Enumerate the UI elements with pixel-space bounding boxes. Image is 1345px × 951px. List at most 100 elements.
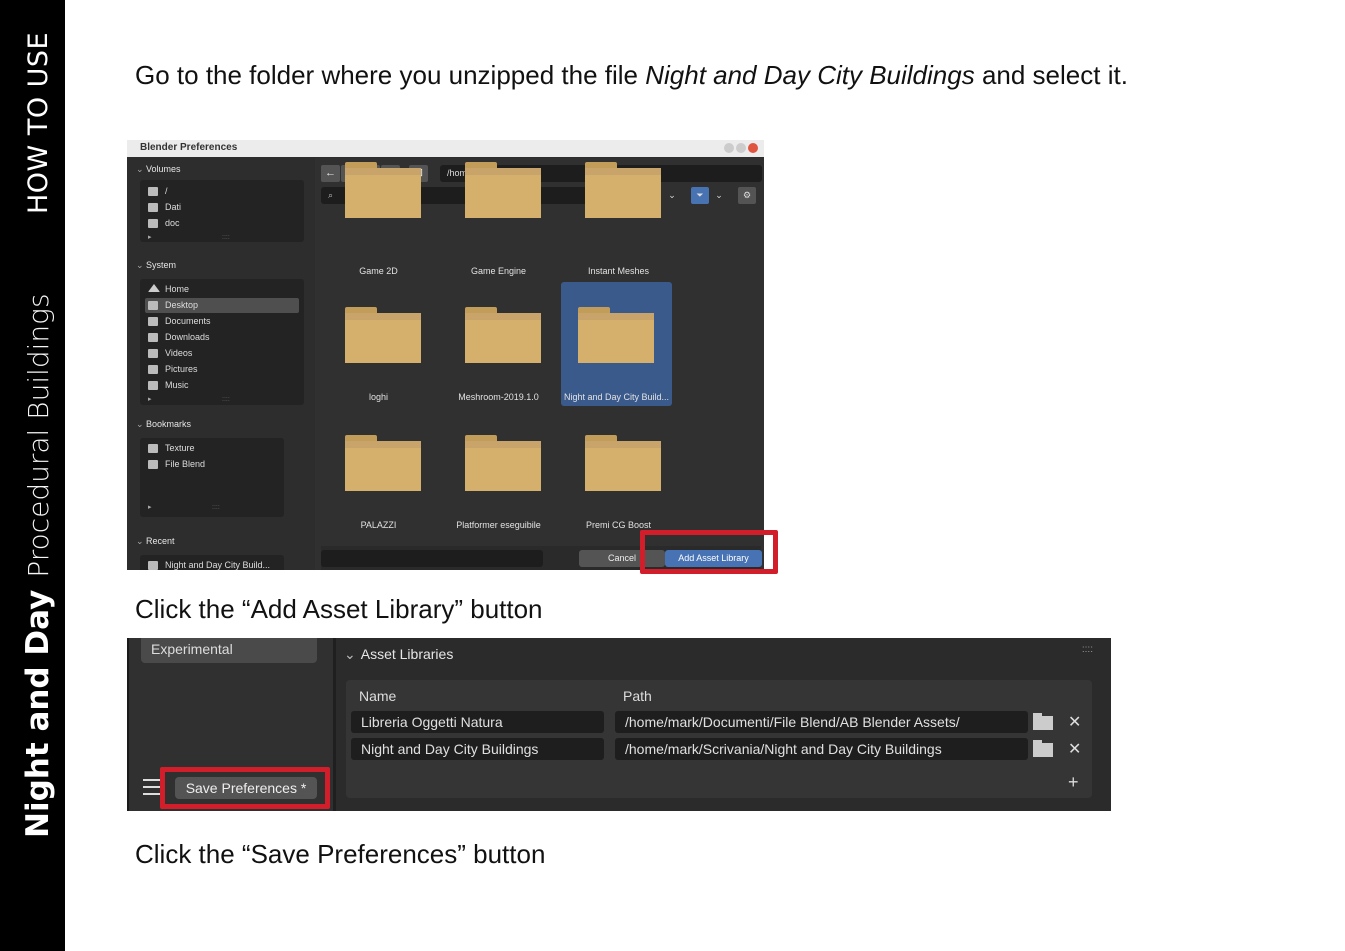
- folder-tile[interactable]: Premi CG Boost: [563, 410, 674, 534]
- system-item-desktop[interactable]: Desktop: [145, 298, 299, 313]
- resize-grip-icon[interactable]: ::::: [222, 396, 230, 403]
- maximize-icon[interactable]: [736, 143, 746, 153]
- volumes-title: Volumes: [146, 164, 181, 174]
- library-path-field[interactable]: /home/mark/Scrivania/Night and Day City …: [615, 738, 1028, 760]
- expand-arrow-icon[interactable]: ▸: [148, 233, 152, 241]
- brand-light: Procedural Buildings: [22, 293, 55, 578]
- library-name-field[interactable]: Night and Day City Buildings: [351, 738, 604, 760]
- filter-menu-chevron-icon[interactable]: ⌄: [710, 187, 728, 204]
- filename-input[interactable]: [321, 550, 543, 567]
- library-name-field[interactable]: Libreria Oggetti Natura: [351, 711, 604, 733]
- bookmarks-list: Texture File Blend ▸ ::::: [140, 438, 284, 517]
- system-list: Home Desktop Documents Downloads Videos …: [140, 279, 304, 405]
- system-item-downloads[interactable]: Downloads: [145, 330, 299, 345]
- volumes-panel-header[interactable]: ⌄ Volumes: [136, 164, 181, 175]
- folder-icon: [585, 435, 661, 491]
- intro-filename: Night and Day City Buildings: [645, 60, 975, 90]
- highlight-save-preferences: [160, 767, 330, 809]
- filter-icon[interactable]: ⏷: [691, 187, 709, 204]
- remove-library-icon[interactable]: ✕: [1068, 712, 1081, 732]
- video-icon: [148, 349, 158, 358]
- hamburger-menu-icon[interactable]: [143, 779, 161, 795]
- system-item-documents[interactable]: Documents: [145, 314, 299, 329]
- asset-libraries-panel: ⌄ Asset Libraries :::: Name Path Libreria…: [333, 638, 1111, 811]
- folder-tile[interactable]: loghi: [323, 282, 434, 406]
- add-library-icon[interactable]: +: [1068, 772, 1079, 793]
- music-icon: [148, 381, 158, 390]
- volume-item[interactable]: Dati: [145, 200, 299, 215]
- folder-tile[interactable]: Instant Meshes: [563, 162, 674, 286]
- system-item-videos[interactable]: Videos: [145, 346, 299, 361]
- library-path-field[interactable]: /home/mark/Documenti/File Blend/AB Blend…: [615, 711, 1028, 733]
- folder-tile[interactable]: PALAZZI: [323, 410, 434, 534]
- folder-icon: [345, 307, 421, 363]
- recent-item[interactable]: Night and Day City Build...: [145, 558, 279, 570]
- expand-arrow-icon[interactable]: ▸: [148, 503, 152, 511]
- folder-icon: [148, 444, 158, 453]
- chevron-down-icon: ⌄: [136, 419, 144, 429]
- expand-arrow-icon[interactable]: ▸: [148, 395, 152, 403]
- folder-tile[interactable]: Game 2D: [323, 162, 434, 286]
- minimize-icon[interactable]: [724, 143, 734, 153]
- folder-icon: [465, 435, 541, 491]
- bookmark-item[interactable]: Texture: [145, 441, 279, 456]
- image-icon: [148, 365, 158, 374]
- download-icon: [148, 333, 158, 342]
- window-titlebar: Blender Preferences: [127, 140, 764, 157]
- bookmark-item[interactable]: File Blend: [145, 457, 279, 472]
- resize-grip-icon[interactable]: ::::: [222, 234, 230, 241]
- chevron-down-icon: ⌄: [344, 646, 356, 662]
- asset-libraries-table: Name Path Libreria Oggetti Natura /home/…: [346, 680, 1092, 798]
- folder-tile[interactable]: Game Engine: [443, 162, 554, 286]
- remove-library-icon[interactable]: ✕: [1068, 739, 1081, 759]
- drive-icon: [148, 203, 158, 212]
- system-item-home[interactable]: Home: [145, 282, 299, 297]
- system-item-music[interactable]: Music: [145, 378, 299, 393]
- asset-libraries-title: Asset Libraries: [360, 646, 454, 662]
- documents-icon: [148, 317, 158, 326]
- folder-icon: [585, 162, 661, 218]
- folder-tile-selected[interactable]: Night and Day City Build...: [561, 282, 672, 406]
- highlight-add-asset-library: [640, 530, 778, 574]
- recent-title: Recent: [146, 536, 175, 546]
- drive-icon: [148, 219, 158, 228]
- file-browser-screenshot: Blender Preferences ⌄Volumes :::: / Dati…: [127, 140, 764, 570]
- chevron-down-icon: ⌄: [136, 260, 144, 270]
- system-panel-header[interactable]: ⌄ System: [136, 260, 176, 271]
- folder-tile[interactable]: Platformer eseguibile: [443, 410, 554, 534]
- step-add-caption: Click the “Add Asset Library” button: [135, 594, 543, 624]
- system-item-pictures[interactable]: Pictures: [145, 362, 299, 377]
- folder-icon: [148, 460, 158, 469]
- chevron-down-icon: ⌄: [136, 536, 144, 546]
- recent-panel-header[interactable]: ⌄ Recent: [136, 536, 175, 547]
- section-label: HOW TO USE: [23, 31, 54, 214]
- brand-bold: Night and Day: [20, 589, 56, 838]
- folder-tile[interactable]: Meshroom-2019.1.0: [443, 282, 554, 406]
- folder-browse-icon[interactable]: [1033, 740, 1053, 758]
- close-icon[interactable]: [748, 143, 758, 153]
- volume-item[interactable]: doc: [145, 216, 299, 231]
- folder-icon: [345, 162, 421, 218]
- intro-text-b: and select it.: [974, 60, 1128, 90]
- bookmarks-panel-header[interactable]: ⌄ Bookmarks: [136, 419, 191, 430]
- folder-icon: [465, 162, 541, 218]
- folder-icon: [345, 435, 421, 491]
- system-title: System: [146, 260, 177, 270]
- sidebar-item-experimental[interactable]: Experimental: [141, 638, 317, 663]
- drag-grip-icon[interactable]: ::::: [1082, 644, 1093, 655]
- file-browser-main: ← → ⮤ ↻ ⊞ /home/mark/Scrivania/ ⌕ ☰ ▤ ▦ …: [315, 158, 764, 570]
- folder-icon: [148, 561, 158, 570]
- gear-icon[interactable]: ⚙: [738, 187, 756, 204]
- resize-grip-icon[interactable]: ::::: [212, 504, 220, 511]
- column-header-path: Path: [623, 688, 652, 704]
- sidebar-band: HOW TO USE Night and Day Procedural Build…: [0, 0, 65, 951]
- intro-text-a: Go to the folder where you unzipped the …: [135, 60, 646, 90]
- step-save-caption: Click the “Save Preferences” button: [135, 839, 546, 869]
- volumes-list: / Dati doc ▸ ::::: [140, 180, 304, 242]
- folder-icon: [465, 307, 541, 363]
- window-title: Blender Preferences: [140, 142, 238, 153]
- drive-icon: [148, 187, 158, 196]
- volume-item[interactable]: /: [145, 184, 299, 199]
- folder-browse-icon[interactable]: [1033, 713, 1053, 731]
- asset-libraries-header[interactable]: ⌄ Asset Libraries: [344, 646, 453, 663]
